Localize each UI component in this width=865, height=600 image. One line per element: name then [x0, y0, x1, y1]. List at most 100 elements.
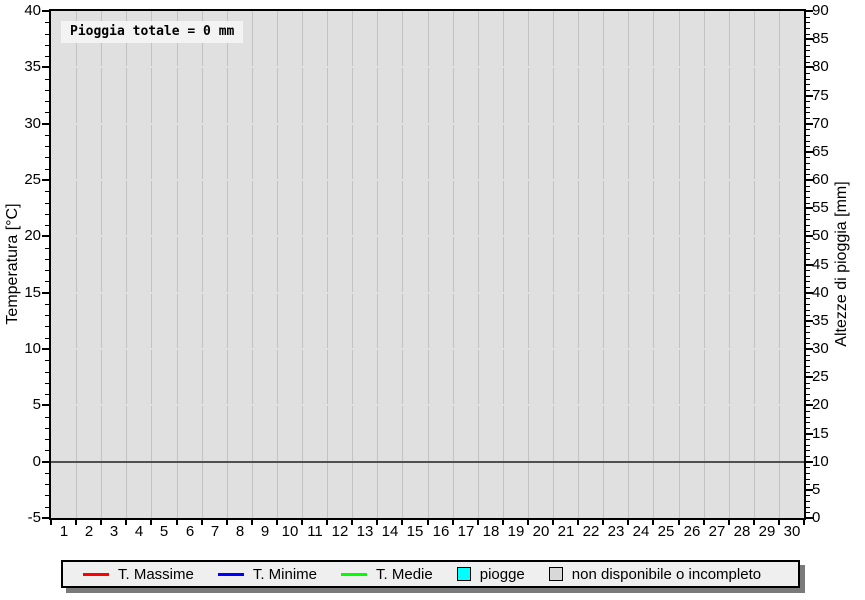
left-axis-minor-tick [45, 101, 49, 102]
right-axis-minor-tick [806, 84, 810, 85]
x-tick-label: 19 [503, 523, 529, 541]
right-tick-label: 70 [812, 115, 846, 133]
gridline-horizontal-gap [51, 404, 804, 406]
x-tick-label: 24 [628, 523, 654, 541]
legend-square-swatch [549, 567, 563, 581]
x-tick-label: 14 [377, 523, 403, 541]
plot-gridlines [51, 11, 804, 518]
gridline-vertical [653, 11, 654, 518]
x-tick-label: 15 [402, 523, 428, 541]
x-tick-label: 7 [202, 523, 228, 541]
right-axis-minor-tick [806, 22, 810, 23]
right-tick-label: 55 [812, 199, 846, 217]
left-axis-minor-tick [45, 169, 49, 170]
weather-chart: Pioggia totale = 0 mm Temperatura [°C] A… [0, 0, 865, 600]
left-axis-minor-tick [45, 270, 49, 271]
legend-item: piogge [457, 566, 525, 583]
left-axis-major-tick [42, 517, 49, 519]
gridline-vertical [76, 11, 77, 518]
gridline-vertical [478, 11, 479, 518]
right-axis-minor-tick [806, 383, 810, 384]
gridline-horizontal-gap [51, 66, 804, 68]
left-axis-minor-tick [45, 79, 49, 80]
gridline-vertical [302, 11, 303, 518]
left-tick-label: 0 [0, 453, 41, 471]
right-axis-minor-tick [806, 141, 810, 142]
right-axis-minor-tick [806, 45, 810, 46]
right-axis-minor-tick [806, 298, 810, 299]
gridline-vertical [252, 11, 253, 518]
gridline-vertical [704, 11, 705, 518]
right-axis-minor-tick [806, 242, 810, 243]
x-tick-label: 5 [151, 523, 177, 541]
gridline-vertical [754, 11, 755, 518]
left-axis-minor-tick [45, 90, 49, 91]
right-axis-minor-tick [806, 219, 810, 220]
gridline-horizontal-gap [51, 235, 804, 237]
legend-item-label: non disponibile o incompleto [572, 566, 761, 583]
right-axis-minor-tick [806, 495, 810, 496]
x-tick-label: 23 [603, 523, 629, 541]
right-axis-minor-tick [806, 400, 810, 401]
right-axis-minor-tick [806, 388, 810, 389]
x-tick-label: 11 [302, 523, 328, 541]
left-axis-major-tick [42, 404, 49, 406]
gridline-vertical [553, 11, 554, 518]
gridline-vertical [528, 11, 529, 518]
left-axis-minor-tick [45, 484, 49, 485]
left-axis-minor-tick [45, 473, 49, 474]
right-axis-minor-tick [806, 112, 810, 113]
gridline-vertical [628, 11, 629, 518]
right-axis-minor-tick [806, 203, 810, 204]
right-axis-minor-tick [806, 146, 810, 147]
left-tick-label: 15 [0, 284, 41, 302]
right-axis-minor-tick [806, 417, 810, 418]
right-axis-minor-tick [806, 90, 810, 91]
gridline-vertical [101, 11, 102, 518]
right-axis-minor-tick [806, 163, 810, 164]
x-tick-label: 10 [277, 523, 303, 541]
x-tick-label: 3 [101, 523, 127, 541]
right-axis-minor-tick [806, 326, 810, 327]
x-tick-label: 21 [553, 523, 579, 541]
right-axis-minor-tick [806, 225, 810, 226]
right-axis-minor-tick [806, 428, 810, 429]
right-axis-minor-tick [806, 422, 810, 423]
gridline-vertical [428, 11, 429, 518]
x-tick-label: 17 [453, 523, 479, 541]
x-tick-label: 26 [679, 523, 705, 541]
left-axis-minor-tick [45, 372, 49, 373]
gridline-vertical [679, 11, 680, 518]
left-axis-minor-tick [45, 326, 49, 327]
right-axis-minor-tick [806, 507, 810, 508]
right-axis-minor-tick [806, 445, 810, 446]
left-axis-minor-tick [45, 507, 49, 508]
left-axis-minor-tick [45, 281, 49, 282]
right-axis-minor-tick [806, 248, 810, 249]
gridline-vertical [453, 11, 454, 518]
right-axis-minor-tick [806, 304, 810, 305]
left-axis-minor-tick [45, 338, 49, 339]
gridline-horizontal-gap [51, 348, 804, 350]
right-tick-label: 85 [812, 30, 846, 48]
x-tick-label: 22 [578, 523, 604, 541]
x-tick-label: 12 [327, 523, 353, 541]
right-tick-label: 60 [812, 171, 846, 189]
legend-line-swatch [341, 573, 367, 576]
legend-item: T. Medie [341, 566, 433, 583]
right-axis-minor-tick [806, 450, 810, 451]
right-axis-minor-tick [806, 101, 810, 102]
left-axis-minor-tick [45, 428, 49, 429]
right-axis-minor-tick [806, 310, 810, 311]
gridline-vertical [177, 11, 178, 518]
right-axis-minor-tick [806, 467, 810, 468]
right-axis-minor-tick [806, 186, 810, 187]
right-tick-label: 5 [812, 481, 846, 499]
right-axis-minor-tick [806, 332, 810, 333]
right-axis-minor-tick [806, 338, 810, 339]
legend-item-label: T. Minime [253, 566, 317, 583]
right-axis-minor-tick [806, 79, 810, 80]
legend-item: T. Massime [83, 566, 194, 583]
x-tick-label: 9 [252, 523, 278, 541]
right-axis-minor-tick [806, 394, 810, 395]
